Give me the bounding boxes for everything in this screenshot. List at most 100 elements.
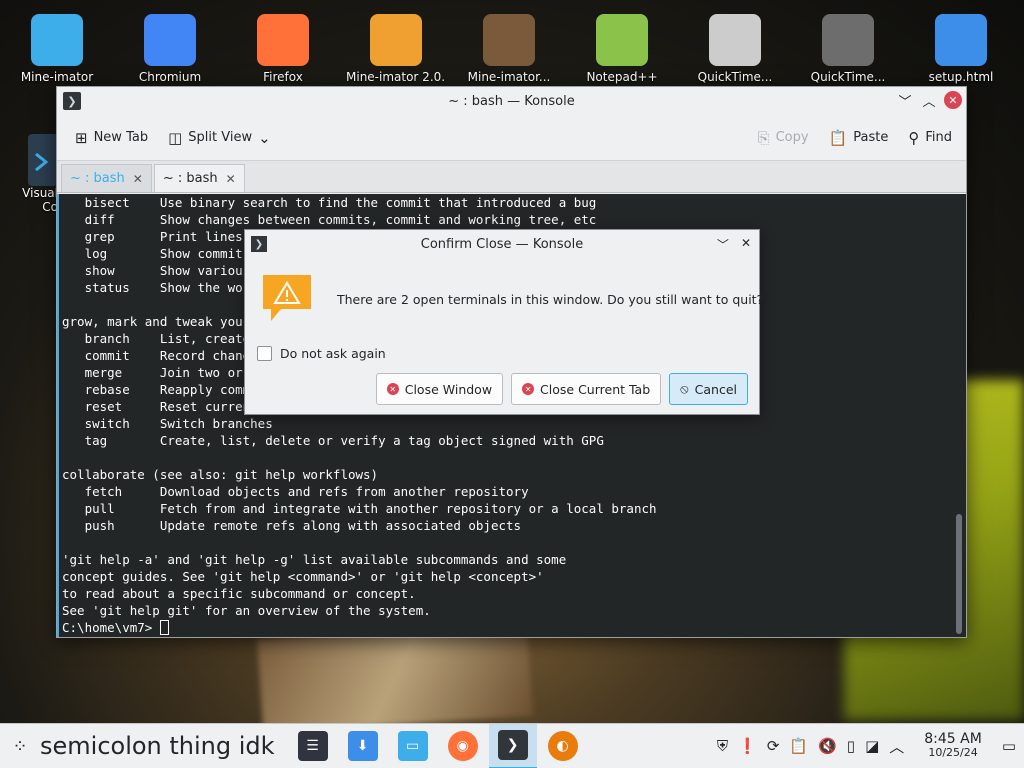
terminal-line: collaborate (see also: git help workflow…	[62, 467, 379, 482]
terminal-line: push Update remote refs along with assoc…	[62, 518, 522, 533]
notification-alert-icon[interactable]: ❗	[738, 737, 757, 755]
desktop-icon-item[interactable]: QuickTime...	[798, 6, 898, 84]
new-tab-icon: ⊞	[75, 128, 88, 147]
terminal-line: diff Show changes between commits, commi…	[62, 212, 597, 227]
terminal-line: fetch Download objects and refs from ano…	[62, 484, 529, 499]
konsole-app-icon: ❯	[251, 236, 267, 252]
chevron-down-icon: ⌄	[258, 128, 271, 147]
task-konsole[interactable]: ❯	[488, 723, 537, 768]
cancel-icon: ⦸	[680, 381, 689, 397]
folder-icon: ▭	[397, 731, 428, 761]
tab-bash-1[interactable]: ~ : bash ✕	[61, 164, 152, 192]
desktop-icon-label: Notepad++	[586, 70, 658, 84]
task-file-manager[interactable]: ▭	[389, 724, 437, 768]
cancel-button[interactable]: ⦸ Cancel	[669, 373, 748, 405]
konsole-app-icon: ❯	[63, 92, 81, 110]
find-label: Find	[925, 130, 952, 145]
desktop-icon-item[interactable]: setup.html	[911, 6, 1011, 84]
chromium-icon	[140, 6, 200, 70]
security-shield-icon[interactable]: ⛨	[717, 737, 728, 755]
network-icon[interactable]: ◪	[865, 737, 879, 755]
close-circle-icon: ✕	[522, 383, 535, 395]
terminal-line: tag Create, list, delete or verify a tag…	[62, 433, 604, 448]
close-current-tab-button[interactable]: ✕ Close Current Tab	[511, 373, 662, 405]
mine-imator-icon	[479, 6, 539, 70]
html-file-icon	[931, 6, 991, 70]
terminal-prompt: C:\home\vm7>	[62, 619, 657, 636]
quicktime-file-icon	[818, 6, 878, 70]
terminal-line: bisect Use binary search to find the com…	[62, 195, 597, 210]
desktop-icon-label: Chromium	[138, 70, 202, 84]
update-icon[interactable]: ⟳	[767, 737, 780, 755]
orange-app-icon: ◐	[547, 731, 578, 761]
dialog-titlebar[interactable]: ❯ Confirm Close — Konsole ﹀ ✕	[245, 230, 759, 258]
terminal-line: to read about a specific subcommand or c…	[62, 586, 416, 601]
window-title: ~ : bash — Konsole	[448, 93, 575, 109]
desktop-icon-label: Visual	[22, 186, 58, 200]
firefox-icon	[253, 6, 313, 70]
desktop-icon-item[interactable]: Mine-imator 2.0...	[346, 6, 446, 84]
clock[interactable]: 8:45 AM 10/25/24	[924, 732, 982, 760]
prompt-text: C:\home\vm7>	[62, 620, 160, 635]
terminal-cursor	[159, 620, 169, 635]
do-not-ask-again-option[interactable]: Do not ask again	[257, 346, 386, 361]
tab-close-icon[interactable]: ✕	[226, 172, 236, 186]
desktop-icon-label: Co	[42, 200, 58, 214]
konsole-titlebar[interactable]: ❯ ~ : bash — Konsole ﹀ ︿ ✕	[57, 87, 966, 115]
do-not-ask-again-checkbox[interactable]	[257, 346, 272, 361]
desktop-icon-vscode[interactable]: Visual Co	[0, 130, 58, 214]
dialog-message: There are 2 open terminals in this windo…	[337, 292, 764, 307]
paste-label: Paste	[853, 130, 889, 145]
paste-button[interactable]: 📋 Paste	[823, 125, 895, 151]
task-blender[interactable]: ◐	[539, 724, 587, 768]
search-icon: ⚲	[908, 128, 920, 147]
dialog-minimize-icon[interactable]: ﹀	[717, 236, 729, 253]
desktop-icon-item[interactable]: Chromium	[120, 6, 220, 84]
desktop-icon-item[interactable]: Notepad++	[572, 6, 672, 84]
desktop-icon-item[interactable]: Mine-imator	[7, 6, 107, 84]
terminal-line: switch Switch branches	[62, 416, 273, 431]
find-button[interactable]: ⚲ Find	[902, 125, 958, 151]
terminal-line: See 'git help git' for an overview of th…	[62, 603, 431, 618]
minimize-icon[interactable]: ﹀	[896, 91, 914, 110]
clipboard-icon[interactable]: 📋	[789, 737, 808, 755]
terminal-scrollbar[interactable]	[956, 514, 962, 634]
split-view-label: Split View	[188, 130, 253, 145]
show-desktop-icon[interactable]: ▭	[1002, 737, 1016, 755]
new-tab-button[interactable]: ⊞ New Tab	[69, 125, 154, 151]
desktop-icon-label: Mine-imator...	[467, 70, 551, 84]
desktop-icon-item[interactable]: QuickTime...	[685, 6, 785, 84]
task-system-settings[interactable]: ☰	[289, 724, 337, 768]
copy-button[interactable]: ⎘ Copy	[752, 125, 815, 151]
tab-close-icon[interactable]: ✕	[133, 172, 143, 186]
desktop-icon-item[interactable]: Firefox	[233, 6, 333, 84]
task-firefox[interactable]: ◉	[439, 724, 487, 768]
desktop-icon-label: Mine-imator 2.0...	[346, 70, 446, 84]
desktop-icon-item[interactable]: Mine-imator...	[459, 6, 559, 84]
maximize-icon[interactable]: ︿	[920, 91, 938, 110]
terminal-line: 'git help -a' and 'git help -g' list ava…	[62, 552, 567, 567]
task-discover[interactable]: ⬇	[339, 724, 387, 768]
tab-label: ~ : bash	[162, 171, 218, 186]
archive-icon	[366, 6, 426, 70]
app-launcher-icon[interactable]: ⁘	[0, 736, 40, 757]
chevron-up-icon[interactable]: ︿	[889, 736, 904, 757]
close-window-icon[interactable]: ✕	[944, 91, 962, 109]
close-circle-icon: ✕	[386, 383, 399, 395]
clock-time: 8:45 AM	[924, 731, 982, 747]
split-view-button[interactable]: ◫ Split View ⌄	[162, 125, 277, 151]
dialog-title: Confirm Close — Konsole	[420, 236, 584, 252]
firefox-icon: ◉	[447, 731, 478, 761]
battery-icon[interactable]: ▯	[847, 737, 855, 755]
cancel-label: Cancel	[694, 381, 737, 397]
konsole-toolbar: ⊞ New Tab ◫ Split View ⌄ ⎘ Copy 📋 Paste …	[57, 115, 966, 161]
close-window-button[interactable]: ✕ Close Window	[375, 373, 504, 405]
tab-bar: ~ : bash ✕ ~ : bash ✕	[57, 161, 966, 193]
new-tab-label: New Tab	[93, 130, 149, 145]
tab-bash-2[interactable]: ~ : bash ✕	[153, 164, 245, 192]
volume-muted-icon[interactable]: 🔇	[818, 737, 837, 755]
dialog-close-icon[interactable]: ✕	[741, 236, 751, 253]
taskbar: ⁘ semicolon thing idk ☰ ⬇ ▭ ◉ ❯ ◐ ⛨ ❗ ⟳ …	[0, 723, 1024, 768]
